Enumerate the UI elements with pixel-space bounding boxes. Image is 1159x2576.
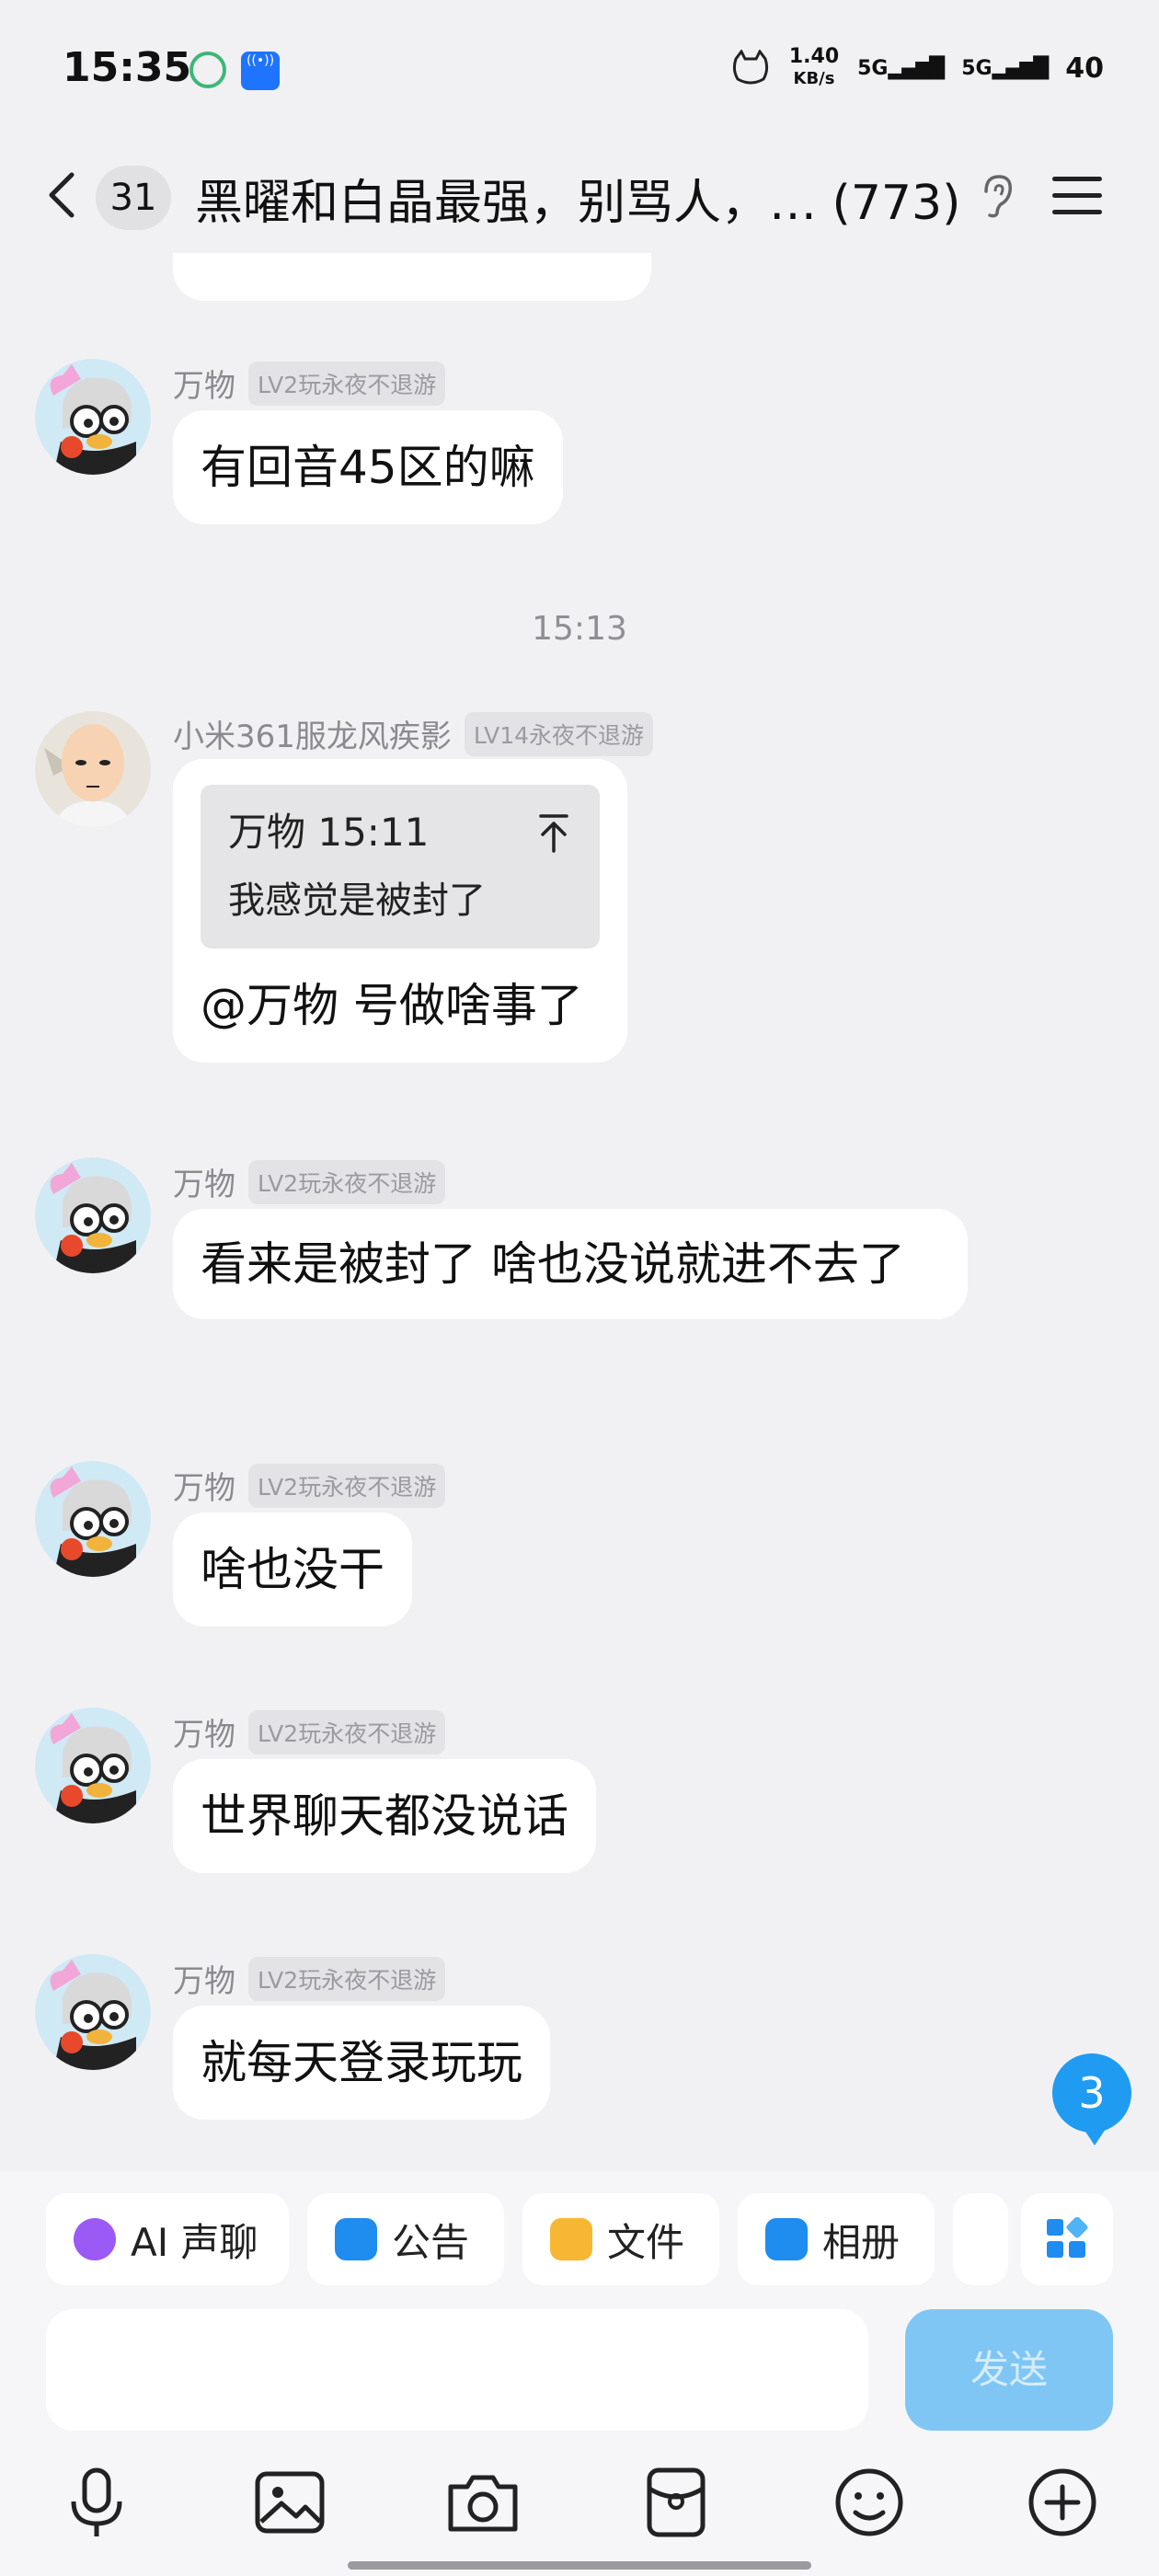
level-badge: LV2玩永夜不退游 xyxy=(248,1463,446,1508)
ear-icon[interactable] xyxy=(977,173,1017,219)
quick-action-label: 公告 xyxy=(392,2219,470,2265)
quote-header: 万物 15:11 xyxy=(228,810,430,855)
emoji-icon[interactable] xyxy=(828,2461,911,2544)
quoted-message[interactable]: 万物 15:11 我感觉是被封了 xyxy=(201,785,600,949)
chat-header: 31 黑曜和白晶最强，别骂人，… (773) xyxy=(0,138,1159,253)
signal-sim1-icon: 5G▂▄▆█ xyxy=(857,56,945,80)
sender-name[interactable]: 万物 xyxy=(173,1463,235,1508)
message-bubble[interactable]: 万物 15:11 我感觉是被封了 @万物 号做啥事了 xyxy=(173,759,627,1063)
apps-grid-button[interactable] xyxy=(1021,2193,1113,2285)
ai-voice-icon xyxy=(74,2218,116,2260)
sender-row: 万物 LV2玩永夜不退游 xyxy=(173,1709,446,1754)
message-bubble[interactable]: 有回音45区的嘛 xyxy=(173,410,563,524)
message-list[interactable]: 万物 LV2玩永夜不退游 有回音45区的嘛 15:13 小米361服龙风疾影 L… xyxy=(0,253,1159,2171)
sender-name[interactable]: 小米361服龙风疾影 xyxy=(173,711,452,756)
quick-action-label: 文件 xyxy=(607,2219,685,2265)
hotspot-notification-icon: ((•)) xyxy=(241,52,280,90)
message-bubble-partial[interactable] xyxy=(173,253,651,301)
album-icon xyxy=(765,2218,808,2260)
wechat-cat-icon xyxy=(732,50,768,85)
message-bubble[interactable]: 就每天登录玩玩 xyxy=(173,2006,550,2120)
sender-row: 小米361服龙风疾影 LV14永夜不退游 xyxy=(173,711,654,756)
status-time: 15:35 xyxy=(63,44,192,91)
net-speed: 1.40 KB/s xyxy=(788,45,840,89)
level-badge: LV2玩永夜不退游 xyxy=(248,1956,446,2001)
avatar[interactable] xyxy=(35,1157,151,1273)
status-bar: 15:35 ((•)) 1.40 KB/s 5G▂▄▆█ 5G▂▄▆█ 40 xyxy=(0,0,1159,138)
level-badge: LV14永夜不退游 xyxy=(464,711,654,756)
quick-action-more-partial[interactable] xyxy=(953,2193,1008,2285)
sender-name[interactable]: 万物 xyxy=(173,361,235,406)
quick-action-files[interactable]: 文件 xyxy=(522,2193,719,2285)
sender-name[interactable]: 万物 xyxy=(173,1956,235,2001)
quote-text: 我感觉是被封了 xyxy=(228,880,486,922)
image-icon[interactable] xyxy=(248,2461,331,2544)
sender-row: 万物 LV2玩永夜不退游 xyxy=(173,1463,446,1508)
back-arrow-icon[interactable] xyxy=(37,167,92,223)
level-badge: LV2玩永夜不退游 xyxy=(248,361,446,406)
battery-icon: 40 xyxy=(1065,52,1104,85)
red-packet-icon[interactable] xyxy=(635,2461,717,2544)
sender-row: 万物 LV2玩永夜不退游 xyxy=(173,1956,446,2001)
sender-name[interactable]: 万物 xyxy=(173,1709,235,1754)
plus-icon[interactable] xyxy=(1021,2461,1104,2544)
status-right: 1.40 KB/s 5G▂▄▆█ 5G▂▄▆█ 40 xyxy=(730,46,1104,90)
menu-icon[interactable] xyxy=(1049,171,1106,219)
sender-name[interactable]: 万物 xyxy=(173,1159,235,1204)
apps-grid-icon xyxy=(1047,2217,1088,2258)
announcement-icon xyxy=(335,2218,377,2260)
send-button[interactable]: 发送 xyxy=(905,2309,1113,2431)
app-notification-icon xyxy=(189,52,226,88)
signal-sim2-icon: 5G▂▄▆█ xyxy=(961,56,1049,80)
message-bubble[interactable]: 啥也没干 xyxy=(173,1512,412,1627)
microphone-icon[interactable] xyxy=(55,2461,138,2544)
home-indicator[interactable] xyxy=(348,2561,811,2570)
level-badge: LV2玩永夜不退游 xyxy=(248,1709,446,1754)
unread-count-badge[interactable]: 31 xyxy=(96,166,171,230)
folder-icon xyxy=(550,2218,592,2260)
message-bubble[interactable]: 看来是被封了 啥也没说就进不去了 xyxy=(173,1209,968,1319)
quick-action-label: AI 声聊 xyxy=(131,2219,258,2265)
avatar[interactable] xyxy=(35,1461,151,1577)
quick-action-album[interactable]: 相册 xyxy=(738,2193,935,2285)
message-input[interactable] xyxy=(46,2309,868,2431)
sender-row: 万物 LV2玩永夜不退游 xyxy=(173,1159,446,1204)
sender-row: 万物 LV2玩永夜不退游 xyxy=(173,361,446,406)
message-text: @万物 号做啥事了 xyxy=(201,979,583,1032)
camera-icon[interactable] xyxy=(442,2461,524,2544)
jump-to-quote-icon[interactable] xyxy=(535,812,572,853)
quick-action-announcement[interactable]: 公告 xyxy=(307,2193,504,2285)
quick-action-label: 相册 xyxy=(822,2219,901,2265)
message-bubble[interactable]: 世界聊天都没说话 xyxy=(173,1759,596,1873)
avatar[interactable] xyxy=(35,1708,151,1823)
avatar[interactable] xyxy=(35,1954,151,2070)
level-badge: LV2玩永夜不退游 xyxy=(248,1159,446,1204)
avatar[interactable] xyxy=(35,359,151,475)
bottom-panel: AI 声聊 公告 文件 相册 发送 xyxy=(0,2171,1159,2576)
avatar[interactable] xyxy=(35,711,151,827)
quick-action-ai-voice[interactable]: AI 声聊 xyxy=(46,2193,289,2285)
group-title[interactable]: 黑曜和白晶最强，别骂人，… (773) xyxy=(195,164,960,233)
time-separator: 15:13 xyxy=(532,610,627,648)
new-messages-badge[interactable]: 3 xyxy=(1052,2053,1131,2145)
